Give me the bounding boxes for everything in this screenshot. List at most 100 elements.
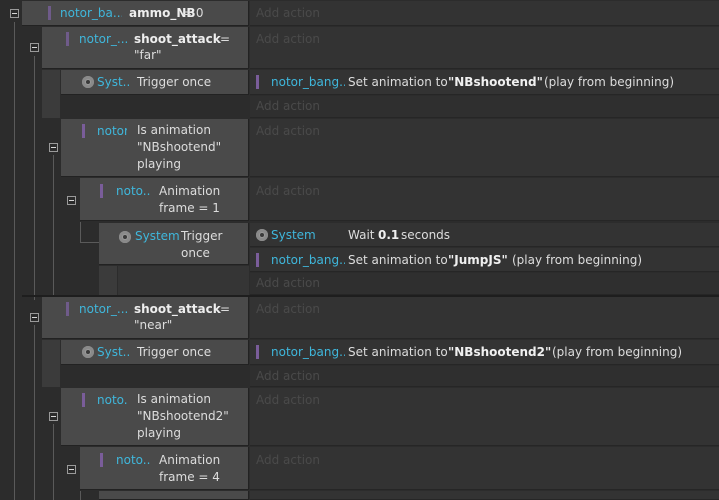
- action-area[interactable]: Add action: [250, 96, 719, 118]
- sprite-icon: [256, 253, 259, 267]
- tree-line: [53, 155, 54, 295]
- action-row[interactable]: notor_bang... Set animation to "NBshoote…: [250, 70, 719, 95]
- condition-text: Trigger once: [137, 345, 212, 359]
- action-area[interactable]: Add action: [250, 178, 719, 221]
- condition-line: "NBshootend2": [137, 409, 229, 423]
- action-object: System: [271, 228, 316, 242]
- event-condition[interactable]: System Trigger once: [99, 223, 249, 265]
- action-area[interactable]: Add action: [250, 273, 719, 295]
- condition-line: frame = 1: [159, 201, 220, 215]
- action-text: Set animation to: [348, 253, 448, 267]
- add-action-link[interactable]: Add action: [256, 276, 320, 290]
- action-area[interactable]: Add action: [250, 119, 719, 177]
- condition-line: playing: [137, 157, 181, 171]
- tree-line: [80, 491, 81, 500]
- event-condition[interactable]: notor_... shoot_attack = "near": [42, 297, 249, 339]
- tree-line: [34, 325, 35, 500]
- action-row[interactable]: System Wait 0.1 seconds: [250, 223, 719, 247]
- object-name: notor_...: [79, 302, 127, 316]
- collapse-toggle[interactable]: [67, 196, 76, 205]
- tree-line: [80, 242, 99, 243]
- add-action-link[interactable]: Add action: [256, 184, 320, 198]
- indent-rail: [42, 340, 60, 387]
- add-action-link[interactable]: Add action: [256, 99, 320, 113]
- gear-icon: [119, 231, 131, 243]
- event-condition[interactable]: notor_... shoot_attack = "far": [42, 27, 249, 69]
- tree-line: [80, 222, 81, 242]
- event-condition[interactable]: notor... Is animation "NBshootend" playi…: [61, 119, 249, 177]
- event-condition[interactable]: Syst... Trigger once: [61, 340, 249, 365]
- action-area[interactable]: Add action: [250, 447, 719, 490]
- condition-line: Is animation: [137, 123, 211, 137]
- action-area[interactable]: Add action: [250, 27, 719, 69]
- condition-line: "NBshootend": [137, 140, 222, 154]
- tree-line: [14, 22, 15, 500]
- collapse-toggle[interactable]: [30, 313, 39, 322]
- condition-text: Trigger once: [137, 75, 212, 89]
- sprite-icon: [66, 302, 69, 316]
- condition-line: playing: [137, 426, 181, 440]
- add-action-link[interactable]: Add action: [256, 393, 320, 407]
- indent-rail: [99, 266, 117, 295]
- sprite-icon: [82, 393, 85, 407]
- action-area[interactable]: Add action: [250, 366, 719, 387]
- compare-value: "far": [134, 48, 162, 62]
- add-action-link[interactable]: Add action: [256, 32, 320, 46]
- sprite-icon: [48, 6, 51, 20]
- add-action-link[interactable]: Add action: [256, 6, 320, 20]
- object-name: Syst...: [97, 345, 129, 359]
- object-name: notor_ba...: [60, 6, 122, 20]
- action-suffix: seconds: [401, 228, 451, 242]
- action-area[interactable]: Add action: [250, 297, 719, 339]
- object-name: noto...: [97, 393, 127, 407]
- comparison: =: [220, 302, 231, 316]
- add-action-link[interactable]: Add action: [256, 302, 320, 316]
- action-text: Set animation to: [348, 75, 448, 89]
- object-name: Syst...: [97, 75, 129, 89]
- action-object: notor_bang...: [271, 253, 345, 267]
- object-name: noto...: [116, 184, 151, 198]
- tree-line: [53, 424, 54, 500]
- collapse-toggle[interactable]: [49, 143, 58, 152]
- condition-line: frame = 4: [159, 470, 220, 484]
- action-row[interactable]: notor_bang... Set animation to "JumpJS" …: [250, 248, 719, 272]
- action-row[interactable]: notor_bang... Set animation to "NBshoote…: [250, 340, 719, 365]
- event-condition[interactable]: noto... Animation frame = 1: [80, 178, 249, 221]
- sprite-icon: [100, 453, 103, 467]
- object-name: notor_...: [79, 32, 127, 46]
- condition-line: Animation: [159, 453, 221, 467]
- collapse-toggle[interactable]: [30, 43, 39, 52]
- indent-rail: [42, 70, 60, 118]
- sprite-icon: [82, 124, 85, 138]
- object-name: notor...: [97, 124, 127, 138]
- gear-icon: [256, 229, 268, 241]
- action-suffix: (play from beginning): [544, 75, 675, 89]
- comparison: = 0: [182, 6, 204, 20]
- variable-name: shoot_attack: [134, 302, 221, 316]
- action-value: "NBshootend": [448, 75, 543, 89]
- collapse-toggle[interactable]: [10, 9, 19, 18]
- event-condition[interactable]: Syst... Trigger once: [61, 70, 249, 95]
- condition-line: once: [181, 246, 210, 260]
- indent-rail: [118, 266, 249, 295]
- event-condition[interactable]: noto... Animation frame = 4: [80, 447, 249, 490]
- action-row[interactable]: [250, 491, 719, 500]
- condition-line: Is animation: [137, 392, 211, 406]
- gear-icon: [82, 76, 94, 88]
- action-text: Set animation to: [348, 345, 448, 359]
- action-object: notor_bang...: [271, 75, 345, 89]
- gear-icon: [82, 346, 94, 358]
- add-action-link[interactable]: Add action: [256, 369, 320, 383]
- action-area[interactable]: Add action: [250, 388, 719, 446]
- sprite-icon: [66, 32, 69, 46]
- add-action-link[interactable]: Add action: [256, 453, 320, 467]
- action-object: notor_bang...: [271, 345, 345, 359]
- event-condition[interactable]: [99, 491, 249, 500]
- collapse-toggle[interactable]: [49, 412, 58, 421]
- object-name: noto...: [116, 453, 151, 467]
- event-condition[interactable]: noto... Is animation "NBshootend2" playi…: [61, 388, 249, 446]
- event-condition[interactable]: notor_ba... ammo_NB = 0: [22, 1, 249, 26]
- add-action-link[interactable]: Add action: [256, 124, 320, 138]
- collapse-toggle[interactable]: [67, 465, 76, 474]
- action-area[interactable]: Add action: [250, 1, 719, 26]
